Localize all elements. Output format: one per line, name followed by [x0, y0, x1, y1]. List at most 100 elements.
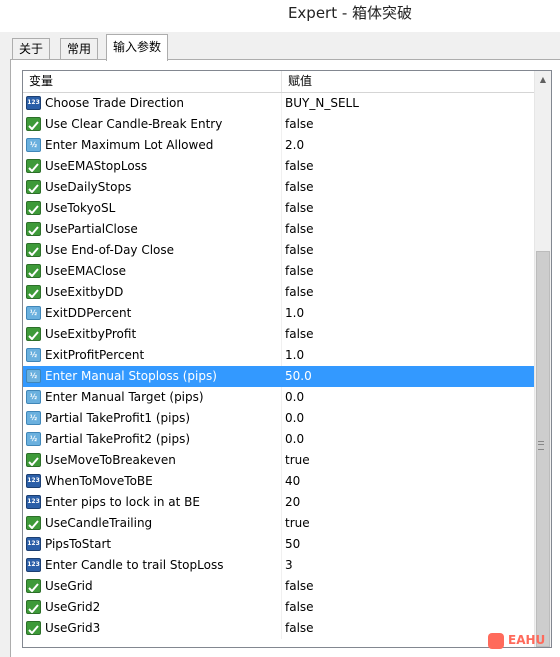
parameter-row[interactable]: Use Clear Candle-Break Entry false	[23, 114, 539, 135]
parameter-name-cell[interactable]: UseDailyStops	[23, 177, 282, 198]
parameter-name-cell[interactable]: UseTokyoSL	[23, 198, 282, 219]
tab-about[interactable]: 关于	[12, 38, 51, 60]
parameter-value[interactable]: false	[283, 597, 314, 618]
parameter-value[interactable]: 1.0	[283, 345, 304, 366]
parameter-row[interactable]: ½ Enter Maximum Lot Allowed 2.0	[23, 135, 539, 156]
parameter-name-cell[interactable]: 123 Enter pips to lock in at BE	[23, 492, 282, 513]
parameter-row[interactable]: 123 PipsToStart 50	[23, 534, 539, 555]
parameter-name-cell[interactable]: ½ ExitProfitPercent	[23, 345, 282, 366]
parameter-row[interactable]: 123 WhenToMoveToBE 40	[23, 471, 539, 492]
parameter-name: UsePartialClose	[45, 222, 138, 236]
parameter-name-cell[interactable]: ½ Partial TakeProfit1 (pips)	[23, 408, 282, 429]
parameter-row[interactable]: UseMoveToBreakeven true	[23, 450, 539, 471]
parameter-value[interactable]: 50.0	[283, 366, 312, 387]
parameter-value[interactable]: false	[283, 576, 314, 597]
parameter-name: UseDailyStops	[45, 180, 132, 194]
parameter-row[interactable]: ½ Enter Manual Stoploss (pips) 50.0	[23, 366, 539, 387]
boolean-icon	[26, 264, 41, 278]
boolean-icon	[26, 285, 41, 299]
parameter-row[interactable]: UseEMAClose false	[23, 261, 539, 282]
parameter-value[interactable]: false	[283, 219, 314, 240]
parameter-value[interactable]: false	[283, 324, 314, 345]
boolean-icon	[26, 600, 41, 614]
parameter-name-cell[interactable]: ½ Partial TakeProfit2 (pips)	[23, 429, 282, 450]
parameter-name-cell[interactable]: UseEMAStopLoss	[23, 156, 282, 177]
parameter-value[interactable]: false	[283, 198, 314, 219]
double-icon: ½	[26, 432, 41, 446]
parameter-name-cell[interactable]: ½ Enter Manual Stoploss (pips)	[23, 366, 282, 387]
parameter-name-cell[interactable]: ½ Enter Maximum Lot Allowed	[23, 135, 282, 156]
parameter-name-cell[interactable]: UsePartialClose	[23, 219, 282, 240]
parameter-name-cell[interactable]: 123 Choose Trade Direction	[23, 93, 282, 114]
parameter-name-cell[interactable]: 123 PipsToStart	[23, 534, 282, 555]
parameter-row[interactable]: UseEMAStopLoss false	[23, 156, 539, 177]
parameter-value[interactable]: false	[283, 618, 314, 639]
parameter-value[interactable]: true	[283, 450, 310, 471]
parameter-value[interactable]: 0.0	[283, 387, 304, 408]
parameter-row[interactable]: UseGrid2 false	[23, 597, 539, 618]
inputs-panel: 变量 赋值 123 Choose Trade Direction BUY_N_SEL…	[10, 59, 560, 657]
boolean-icon	[26, 117, 41, 131]
parameter-row[interactable]: 123 Enter Candle to trail StopLoss 3	[23, 555, 539, 576]
parameter-name-cell[interactable]: ½ Enter Manual Target (pips)	[23, 387, 282, 408]
parameter-row[interactable]: ½ Enter Manual Target (pips) 0.0	[23, 387, 539, 408]
parameter-value[interactable]: false	[283, 156, 314, 177]
parameter-row[interactable]: UseGrid3 false	[23, 618, 539, 639]
parameter-name-cell[interactable]: UseGrid2	[23, 597, 282, 618]
parameter-name-cell[interactable]: Use Clear Candle-Break Entry	[23, 114, 282, 135]
parameter-row[interactable]: UseTokyoSL false	[23, 198, 539, 219]
parameter-name: UseGrid2	[45, 600, 101, 614]
parameter-value[interactable]: true	[283, 513, 310, 534]
parameter-row[interactable]: ½ Partial TakeProfit2 (pips) 0.0	[23, 429, 539, 450]
parameter-row[interactable]: UseCandleTrailing true	[23, 513, 539, 534]
parameter-name-cell[interactable]: UseExitbyProfit	[23, 324, 282, 345]
parameter-value[interactable]: false	[283, 261, 314, 282]
parameter-value[interactable]: 40	[283, 471, 300, 492]
parameter-value[interactable]: false	[283, 177, 314, 198]
parameter-name-cell[interactable]: UseEMAClose	[23, 261, 282, 282]
column-header-variable[interactable]: 变量	[23, 71, 282, 92]
parameter-row[interactable]: UseGrid false	[23, 576, 539, 597]
scroll-up-arrow-icon[interactable]: ▲	[535, 71, 551, 88]
parameter-name-cell[interactable]: UseGrid	[23, 576, 282, 597]
parameter-row[interactable]: UseDailyStops false	[23, 177, 539, 198]
vertical-scrollbar[interactable]: ▲	[534, 71, 551, 647]
parameter-value[interactable]: false	[283, 240, 314, 261]
parameter-name-cell[interactable]: UseGrid3	[23, 618, 282, 639]
parameter-value[interactable]: 3	[283, 555, 293, 576]
parameter-name: Partial TakeProfit2 (pips)	[45, 432, 191, 446]
parameter-name: Partial TakeProfit1 (pips)	[45, 411, 191, 425]
tab-inputs[interactable]: 输入参数	[106, 34, 169, 61]
double-icon: ½	[26, 411, 41, 425]
parameter-value[interactable]: 0.0	[283, 408, 304, 429]
parameter-value[interactable]: false	[283, 114, 314, 135]
parameter-name-cell[interactable]: ½ ExitDDPercent	[23, 303, 282, 324]
parameter-value[interactable]: 1.0	[283, 303, 304, 324]
tab-common[interactable]: 常用	[60, 38, 99, 60]
watermark-text: EAHU	[508, 633, 546, 647]
parameter-name-cell[interactable]: UseMoveToBreakeven	[23, 450, 282, 471]
parameter-row[interactable]: UseExitbyDD false	[23, 282, 539, 303]
parameter-value[interactable]: false	[283, 282, 314, 303]
parameter-name-cell[interactable]: UseExitbyDD	[23, 282, 282, 303]
parameter-row[interactable]: 123 Choose Trade Direction BUY_N_SELL	[23, 93, 539, 114]
parameter-row[interactable]: UsePartialClose false	[23, 219, 539, 240]
parameter-name-cell[interactable]: Use End-of-Day Close	[23, 240, 282, 261]
window-title: Expert - 箱体突破	[287, 4, 413, 22]
parameter-name-cell[interactable]: UseCandleTrailing	[23, 513, 282, 534]
parameter-name-cell[interactable]: 123 WhenToMoveToBE	[23, 471, 282, 492]
column-header-value[interactable]: 赋值	[282, 71, 539, 92]
parameter-name: UseTokyoSL	[45, 201, 116, 215]
parameter-row[interactable]: ½ Partial TakeProfit1 (pips) 0.0	[23, 408, 539, 429]
parameter-row[interactable]: Use End-of-Day Close false	[23, 240, 539, 261]
parameter-value[interactable]: 20	[283, 492, 300, 513]
parameter-row[interactable]: 123 Enter pips to lock in at BE 20	[23, 492, 539, 513]
parameter-name-cell[interactable]: 123 Enter Candle to trail StopLoss	[23, 555, 282, 576]
parameter-row[interactable]: UseExitbyProfit false	[23, 324, 539, 345]
parameter-row[interactable]: ½ ExitProfitPercent 1.0	[23, 345, 539, 366]
parameter-value[interactable]: 0.0	[283, 429, 304, 450]
parameter-value[interactable]: 50	[283, 534, 300, 555]
parameter-value[interactable]: 2.0	[283, 135, 304, 156]
parameter-row[interactable]: ½ ExitDDPercent 1.0	[23, 303, 539, 324]
parameter-value[interactable]: BUY_N_SELL	[283, 93, 359, 114]
